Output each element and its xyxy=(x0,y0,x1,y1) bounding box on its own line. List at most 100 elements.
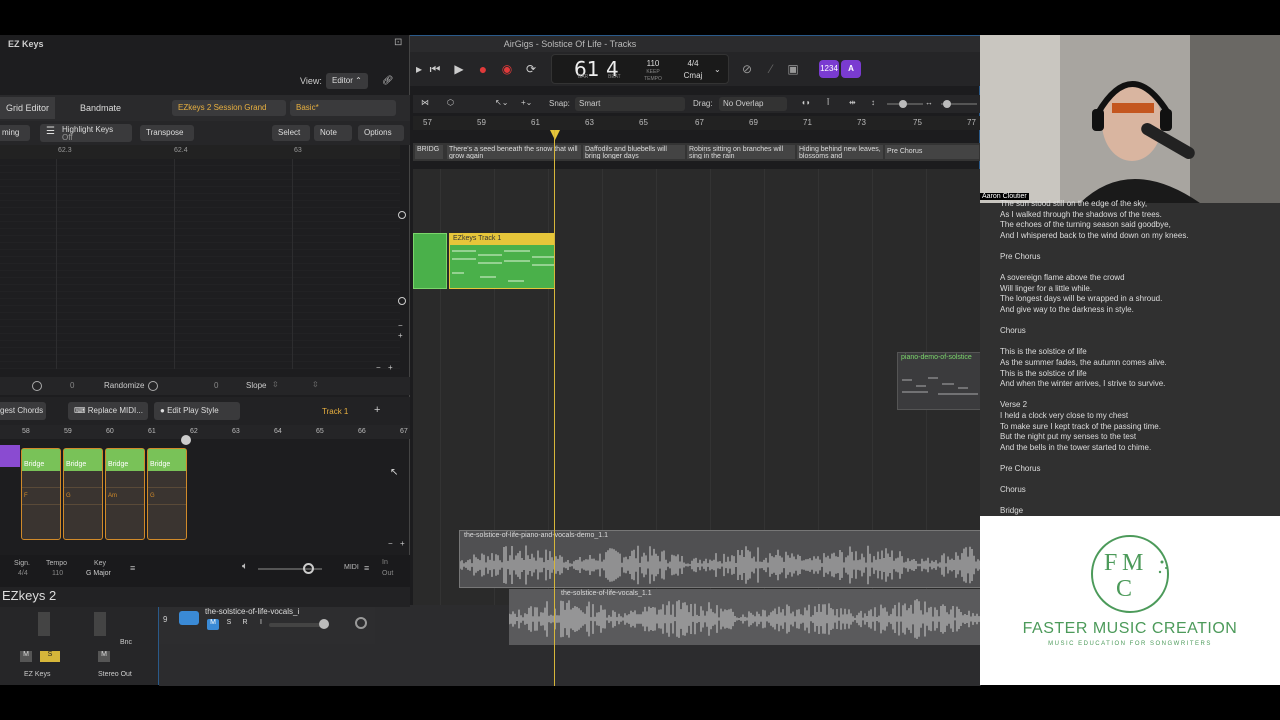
key-value[interactable]: G Major xyxy=(86,570,111,577)
chord-block[interactable]: Bridge G xyxy=(147,448,187,540)
mute-button[interactable]: M xyxy=(207,619,219,630)
midi-menu-icon[interactable]: ≡ xyxy=(364,563,369,573)
add-track-button[interactable]: + xyxy=(374,404,380,416)
song-ruler[interactable]: 58 59 60 61 62 63 64 65 66 67 xyxy=(0,425,410,439)
tab-grid-editor[interactable]: Grid Editor xyxy=(0,97,56,119)
chord-block-partial[interactable] xyxy=(0,445,20,467)
vertical-zoom-icon[interactable]: ↕ xyxy=(871,98,875,107)
view-select[interactable]: Editor ⌃ xyxy=(326,73,368,89)
horizontal-zoom-knob[interactable] xyxy=(943,100,951,108)
humanize-button[interactable]: ming xyxy=(0,125,30,141)
lyric-cell[interactable]: Daffodils and bluebells will bring longe… xyxy=(583,145,685,159)
editor-ruler[interactable]: 62.3 62.4 63 xyxy=(0,145,400,159)
playhead-marker[interactable] xyxy=(550,130,560,140)
tuner-button[interactable]: A xyxy=(841,60,861,78)
random-knob[interactable] xyxy=(32,381,42,391)
channel-fader[interactable] xyxy=(94,612,106,636)
select-menu[interactable]: Select xyxy=(272,125,310,141)
slope-stepper-icon[interactable]: ⇳ xyxy=(312,380,319,389)
track-header-vocals[interactable]: 9 the-solstice-of-life-vocals_i M S R I xyxy=(159,604,375,644)
waveform-zoom-icon[interactable]: ◖◗ xyxy=(801,98,811,107)
link-icon[interactable]: 🔗︎ xyxy=(382,75,393,86)
edit-play-style-button[interactable]: ● Edit Play Style xyxy=(154,402,240,420)
options-menu[interactable]: Options xyxy=(358,125,404,141)
track-pan-knob[interactable] xyxy=(355,617,367,629)
preset2-select[interactable]: Basic* xyxy=(290,100,396,116)
suggest-chords-button[interactable]: gest Chords xyxy=(0,402,46,420)
master-volume-knob[interactable] xyxy=(303,563,314,574)
piano-demo-region[interactable]: piano-demo-of-solstice xyxy=(897,352,981,410)
piano-roll-grid[interactable] xyxy=(0,159,400,369)
cycle-icon[interactable]: ⟳ xyxy=(523,61,539,77)
chord-block[interactable]: Bridge Am xyxy=(105,448,145,540)
midi-region-left[interactable] xyxy=(413,233,447,289)
mute-button[interactable]: M xyxy=(98,651,110,662)
audio-region-vocals[interactable]: the-solstice-of-life-vocals_1.1 xyxy=(509,589,981,645)
song-zoom-out-icon[interactable]: − xyxy=(388,539,393,548)
slope-stepper-icon[interactable]: ⇳ xyxy=(272,380,279,389)
zoom-out-icon[interactable]: − xyxy=(398,321,403,330)
ezkeys-region[interactable]: EZkeys Track 1 xyxy=(449,233,555,289)
note-menu[interactable]: Note xyxy=(314,125,352,141)
midi-in-icon[interactable]: ⬡ xyxy=(447,98,454,107)
audio-region-piano-vocals[interactable]: the-solstice-of-life-piano-and-vocals-de… xyxy=(459,530,981,588)
channel-fader[interactable] xyxy=(38,612,50,636)
rewind-icon[interactable]: ⏮ xyxy=(427,61,443,77)
h-zoom-out-icon[interactable]: − xyxy=(376,363,381,372)
input-monitor-button[interactable]: I xyxy=(255,619,267,630)
replace-record-icon[interactable]: ◉ xyxy=(499,61,515,77)
transpose-button[interactable]: Transpose xyxy=(140,125,194,141)
fit-horizontal-icon[interactable]: ⇹ xyxy=(849,98,856,107)
record-enable-button[interactable]: R xyxy=(239,619,251,630)
snap-select[interactable]: Smart xyxy=(575,97,685,111)
tempo-value[interactable]: 110 xyxy=(52,570,63,577)
list-icon[interactable]: ≡ xyxy=(130,563,135,573)
highlight-keys-button[interactable]: ☰ Highlight Keys Off xyxy=(40,124,132,142)
count-in-button[interactable]: 1234 xyxy=(819,60,839,78)
chord-block[interactable]: Bridge F xyxy=(21,448,61,540)
track-volume-knob[interactable] xyxy=(319,619,329,629)
pencil-tool-icon[interactable]: +⌄ xyxy=(521,98,532,107)
lyric-cell[interactable]: Pre Chorus xyxy=(885,145,979,159)
note-pad-icon[interactable]: ▣ xyxy=(785,61,801,77)
metronome-icon[interactable]: ⊘ xyxy=(739,61,755,77)
scroll-handle[interactable] xyxy=(398,297,406,305)
record-icon[interactable]: ● xyxy=(475,61,491,77)
lyric-cell[interactable]: Hiding behind new leaves, blossoms and xyxy=(797,145,883,159)
song-zoom-in-icon[interactable]: + xyxy=(400,539,405,548)
zoom-in-icon[interactable]: + xyxy=(398,331,403,340)
arrange-area[interactable]: EZkeys Track 1 piano-demo-of-solstice th… xyxy=(159,169,981,686)
preset-select[interactable]: EZkeys 2 Session Grand xyxy=(172,100,286,116)
song-playhead-knob[interactable] xyxy=(181,435,191,445)
lcd-display[interactable]: 61 4 BAR BEAT 110 KEEP TEMPO 4/4 Cmaj ⌄ xyxy=(551,54,729,84)
vertical-zoom-knob[interactable] xyxy=(899,100,907,108)
horizontal-zoom-icon[interactable]: ↔ xyxy=(925,98,933,107)
h-zoom-in-icon[interactable]: + xyxy=(388,363,393,372)
replace-midi-button[interactable]: ⌨ Replace MIDI... xyxy=(68,402,148,420)
fit-vertical-icon[interactable]: Ī xyxy=(827,98,829,107)
solo-button[interactable]: S xyxy=(40,651,60,662)
lyric-cell[interactable]: There's a seed beneath the snow that wil… xyxy=(447,145,581,159)
scroll-handle[interactable] xyxy=(398,211,406,219)
ruler-bar: 61 xyxy=(531,118,540,127)
track-label[interactable]: Track 1 xyxy=(322,407,348,416)
pointer-tool-icon[interactable]: ↖⌄ xyxy=(495,98,508,107)
inspector-icon[interactable]: ⋈ xyxy=(421,98,429,107)
drag-select[interactable]: No Overlap xyxy=(719,97,787,111)
chord-block[interactable]: Bridge G xyxy=(63,448,103,540)
randomize-knob[interactable] xyxy=(148,381,158,391)
play-icon[interactable]: ▶ xyxy=(451,61,467,77)
lcd-dropdown-icon[interactable]: ⌄ xyxy=(714,65,721,74)
tab-bandmate[interactable]: Bandmate xyxy=(74,97,127,119)
sign-value[interactable]: 4/4 xyxy=(18,570,28,577)
lyric-cell[interactable]: Robins sitting on branches will sing in … xyxy=(687,145,795,159)
solo-button[interactable]: S xyxy=(223,619,235,630)
lyric-cell[interactable]: BRIDG xyxy=(415,145,443,159)
plugin-window-close-icon[interactable]: ⊡ xyxy=(394,37,402,48)
track-name[interactable]: the-solstice-of-life-vocals_i xyxy=(205,607,299,616)
bounce-label[interactable]: Bnc xyxy=(120,639,132,646)
play-icon-partial[interactable]: ▸ xyxy=(411,61,427,77)
tuner-icon[interactable]: ⁄ xyxy=(763,61,779,77)
mute-button[interactable]: M xyxy=(20,651,32,662)
arrange-ruler[interactable]: 57 59 61 63 65 67 69 71 73 75 77 xyxy=(413,116,981,130)
